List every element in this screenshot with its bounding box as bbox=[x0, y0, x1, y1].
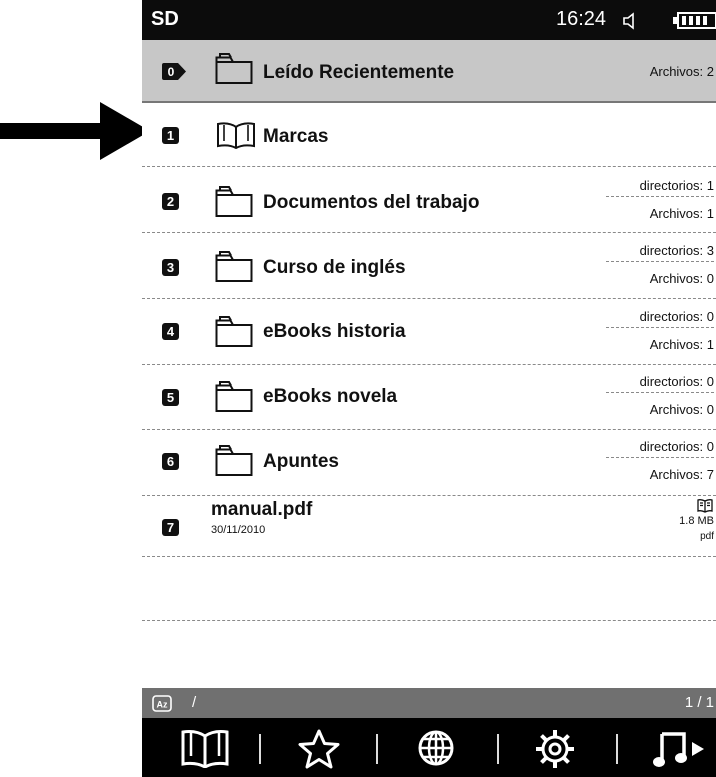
list-item-folder[interactable]: 5 eBooks novela directorios: 0 Archivos:… bbox=[142, 365, 716, 430]
file-date: 30/11/2010 bbox=[211, 524, 266, 536]
list-item-file[interactable]: 7 manual.pdf 30/11/2010 1.8 MB pdf bbox=[142, 496, 716, 557]
file-count: Archivos: 1 bbox=[649, 206, 714, 221]
path-bar: Az / 1 / 1 bbox=[142, 688, 716, 718]
file-count: Archivos: 0 bbox=[649, 271, 714, 286]
list-item-folder[interactable]: 6 Apuntes directorios: 0 Archivos: 7 bbox=[142, 430, 716, 496]
file-type: pdf bbox=[700, 531, 714, 542]
dir-count: directorios: 0 bbox=[606, 374, 714, 393]
list-item-folder[interactable]: 2 Documentos del trabajo directorios: 1 … bbox=[142, 167, 716, 233]
browser-globe-icon[interactable] bbox=[416, 728, 456, 768]
item-label: Apuntes bbox=[263, 451, 339, 472]
dir-count: directorios: 1 bbox=[606, 178, 714, 197]
ereader-screen: SD 16:24 0 Leído Recientemente Archivos:… bbox=[142, 0, 716, 777]
file-count: Archivos: 0 bbox=[649, 402, 714, 417]
index-badge-0: 0 bbox=[162, 63, 186, 80]
file-count: Archivos: 1 bbox=[649, 337, 714, 352]
toolbar-separator bbox=[616, 734, 618, 764]
list-item-marcas[interactable]: 1 Marcas bbox=[142, 103, 716, 167]
index-badge: 1 bbox=[162, 127, 179, 144]
toolbar-separator bbox=[259, 734, 261, 764]
file-name: manual.pdf bbox=[211, 499, 313, 520]
status-bar: SD 16:24 bbox=[142, 0, 716, 40]
folder-icon bbox=[215, 381, 253, 412]
page-indicator: 1 / 1 bbox=[684, 694, 714, 711]
battery-icon bbox=[673, 12, 716, 29]
settings-gear-icon[interactable] bbox=[534, 728, 576, 770]
recent-file-count: Archivos: 2 bbox=[649, 64, 714, 79]
item-label: eBooks historia bbox=[263, 321, 406, 342]
bottom-toolbar bbox=[142, 718, 716, 777]
folder-icon bbox=[215, 445, 253, 476]
list-item-folder[interactable]: 3 Curso de inglés directorios: 3 Archivo… bbox=[142, 233, 716, 299]
speaker-icon bbox=[623, 12, 634, 30]
favorites-star-icon[interactable] bbox=[297, 728, 341, 770]
index-badge: 5 bbox=[162, 389, 179, 406]
index-badge: 3 bbox=[162, 259, 179, 276]
file-size: 1.8 MB bbox=[679, 515, 714, 527]
toolbar-separator bbox=[497, 734, 499, 764]
sort-az-icon[interactable]: Az bbox=[152, 695, 172, 712]
list-item-folder[interactable]: 4 eBooks historia directorios: 0 Archivo… bbox=[142, 299, 716, 365]
music-icon[interactable] bbox=[652, 728, 716, 770]
folder-icon bbox=[215, 53, 253, 84]
clock: 16:24 bbox=[556, 8, 607, 30]
file-count: Archivos: 7 bbox=[649, 467, 714, 482]
dir-count: directorios: 3 bbox=[606, 243, 714, 262]
svg-text:0: 0 bbox=[168, 65, 175, 79]
folder-icon bbox=[215, 316, 253, 347]
svg-text:Az: Az bbox=[157, 700, 168, 710]
current-path: / bbox=[192, 694, 197, 711]
storage-indicator: SD bbox=[151, 8, 179, 30]
item-label: Marcas bbox=[263, 126, 329, 147]
index-badge: 7 bbox=[162, 519, 179, 536]
toolbar-separator bbox=[376, 734, 378, 764]
index-badge: 4 bbox=[162, 323, 179, 340]
item-label: Curso de inglés bbox=[263, 257, 406, 278]
item-label: eBooks novela bbox=[263, 386, 398, 407]
bookmark-book-icon bbox=[217, 122, 255, 149]
dir-count: directorios: 0 bbox=[606, 309, 714, 328]
pointer-arrow-icon bbox=[0, 102, 150, 160]
open-book-icon bbox=[697, 499, 713, 513]
index-badge: 2 bbox=[162, 193, 179, 210]
folder-icon bbox=[215, 251, 253, 282]
list-item-empty bbox=[142, 557, 716, 621]
recently-read-label: Leído Recientemente bbox=[263, 62, 455, 83]
folder-icon bbox=[215, 186, 253, 217]
item-label: Documentos del trabajo bbox=[263, 192, 480, 213]
dir-count: directorios: 0 bbox=[606, 439, 714, 458]
recently-read-row[interactable]: 0 Leído Recientemente Archivos: 2 bbox=[142, 40, 716, 103]
library-icon[interactable] bbox=[179, 728, 231, 768]
index-badge: 6 bbox=[162, 453, 179, 470]
